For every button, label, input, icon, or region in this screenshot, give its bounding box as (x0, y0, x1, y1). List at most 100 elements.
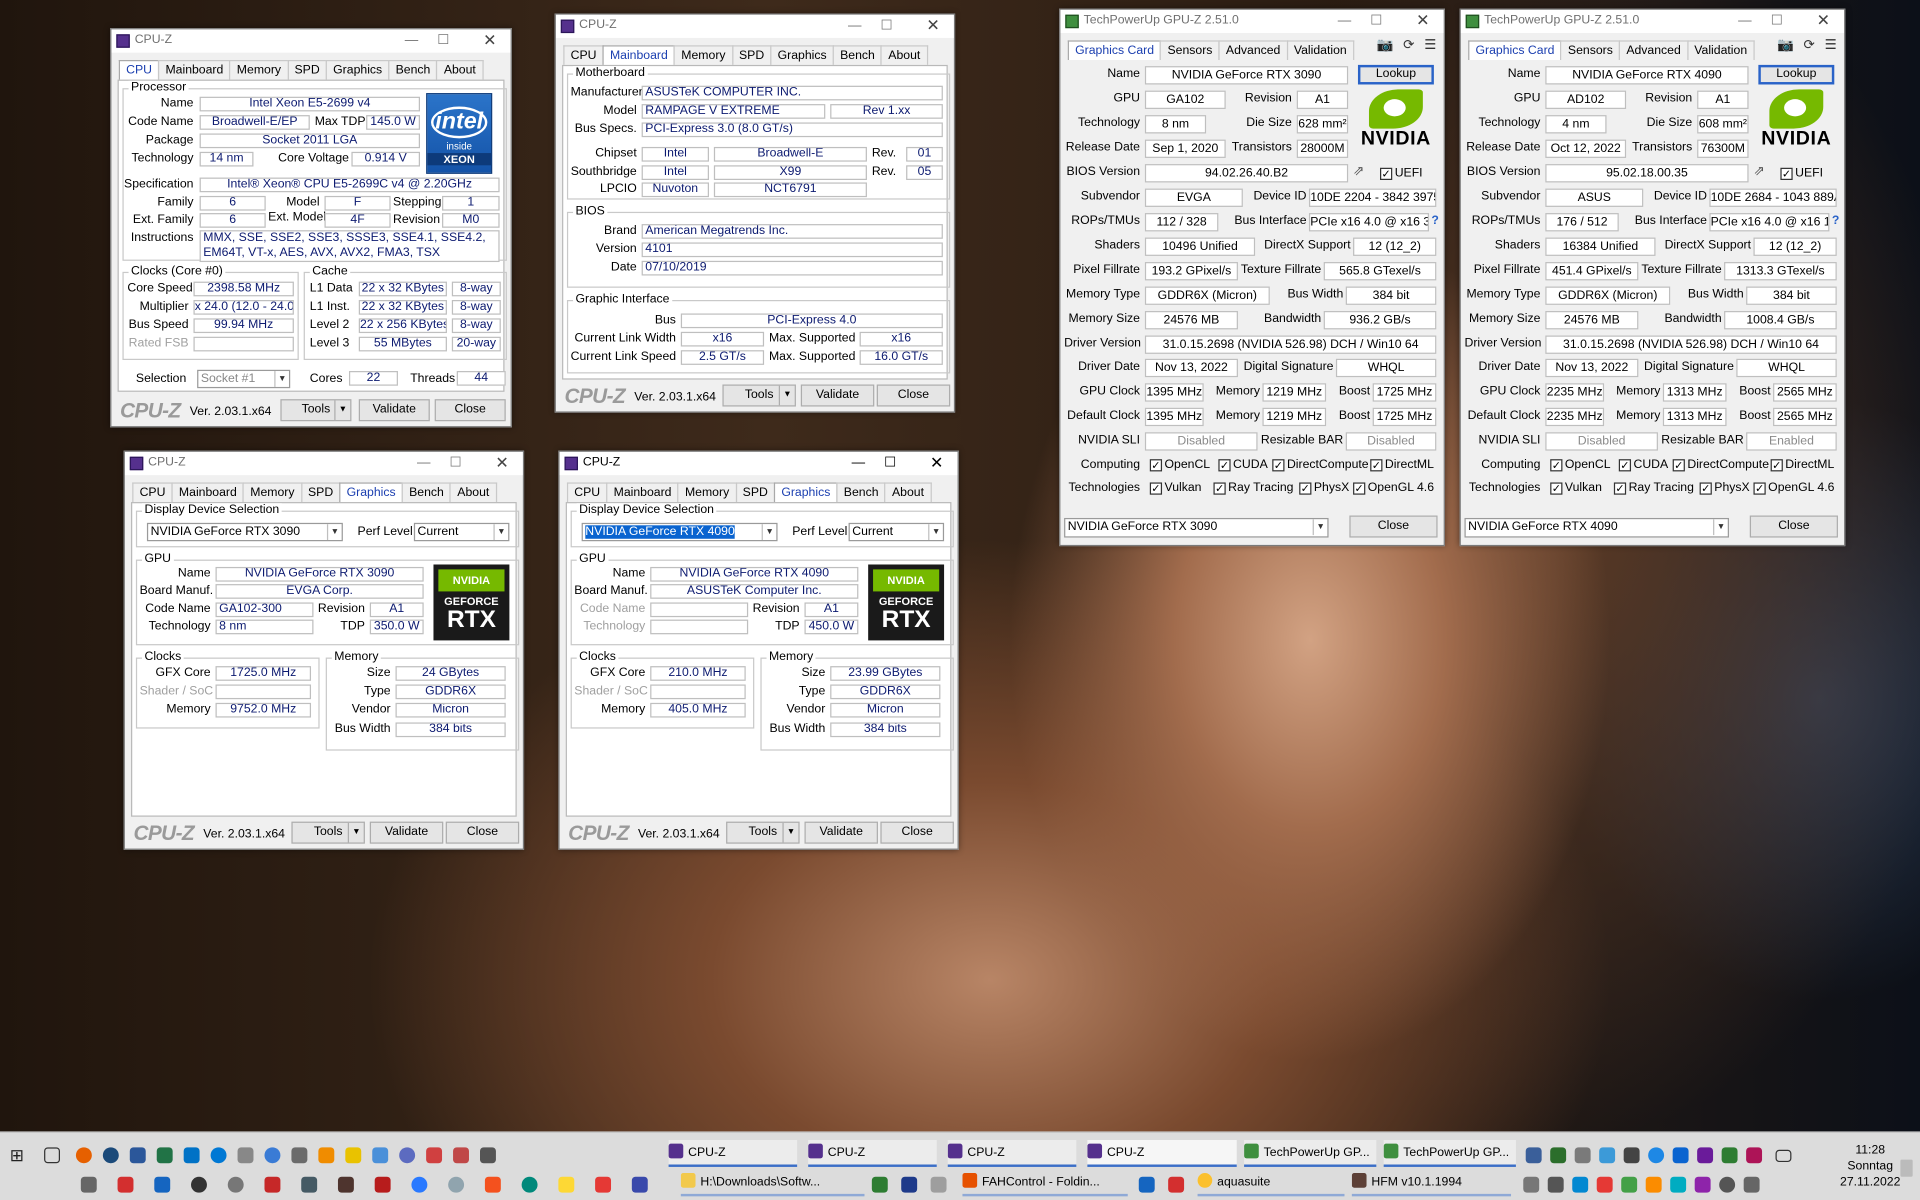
close-icon[interactable]: ✕ (1810, 11, 1837, 31)
notification-icon[interactable] (1900, 1159, 1913, 1177)
tab-memory[interactable]: Memory (677, 482, 737, 503)
menu-icon[interactable]: ☰ (1424, 38, 1436, 53)
app-icon[interactable] (631, 1176, 648, 1193)
title-bar[interactable]: CPU-Z — ☐ ✕ (111, 29, 511, 53)
app-icon[interactable] (1168, 1176, 1185, 1193)
app-icon[interactable] (484, 1176, 501, 1193)
windows-start-icon[interactable]: ⊞ (10, 1146, 26, 1163)
tray-icon[interactable] (1547, 1176, 1564, 1193)
app-icon[interactable] (154, 1176, 171, 1193)
tab-memory[interactable]: Memory (673, 45, 733, 65)
excel-icon[interactable] (156, 1147, 173, 1164)
maximize-icon[interactable]: ☐ (877, 453, 904, 473)
tray-icon[interactable] (1694, 1176, 1711, 1193)
app-icon[interactable] (374, 1176, 391, 1193)
app-icon[interactable] (301, 1176, 318, 1193)
tray-icon[interactable] (1621, 1176, 1638, 1193)
maximize-icon[interactable]: ☐ (1363, 11, 1390, 31)
tab-cpu[interactable]: CPU (563, 45, 604, 65)
taskbar-item-aquasuite[interactable]: aquasuite (1197, 1169, 1345, 1197)
validate-button[interactable]: Validate (804, 821, 878, 844)
title-bar[interactable]: TechPowerUp GPU-Z 2.51.0 — ☐ ✕ (1460, 9, 1845, 34)
close-button[interactable]: Close (876, 384, 951, 407)
tab-spd[interactable]: SPD (287, 60, 328, 80)
app-icon[interactable] (426, 1147, 443, 1164)
gpu-device-select[interactable]: NVIDIA GeForce RTX 4090 ▼ (1464, 517, 1729, 538)
app-icon[interactable] (80, 1176, 97, 1193)
tray-icon[interactable] (1599, 1147, 1616, 1164)
title-bar[interactable]: TechPowerUp GPU-Z 2.51.0 — ☐ ✕ (1060, 9, 1444, 34)
minimize-icon[interactable]: — (1731, 11, 1758, 31)
app-icon[interactable] (102, 1147, 119, 1164)
help-icon[interactable]: ? (1431, 214, 1438, 227)
title-bar[interactable]: CPU-Z — ☐ ✕ (559, 451, 958, 476)
tab-graphics-card[interactable]: Graphics Card (1468, 40, 1562, 62)
minimize-icon[interactable]: — (1331, 11, 1358, 31)
calculator-icon[interactable] (480, 1147, 496, 1164)
taskbar-item-cpuz[interactable]: CPU-Z (808, 1140, 937, 1167)
taskbar-item-gpuz[interactable]: TechPowerUp GP... (1244, 1140, 1377, 1167)
close-icon[interactable]: ✕ (923, 453, 950, 473)
app-icon[interactable] (264, 1176, 281, 1193)
app-icon[interactable] (595, 1176, 612, 1193)
maximize-icon[interactable]: ☐ (873, 16, 900, 36)
taskbar-item-gpuz[interactable]: TechPowerUp GP... (1383, 1140, 1516, 1167)
close-icon[interactable]: ✕ (476, 31, 503, 51)
tray-icon[interactable] (1574, 1147, 1591, 1164)
taskbar-item-cpuz[interactable]: CPU-Z (947, 1140, 1077, 1167)
tab-memory[interactable]: Memory (229, 60, 289, 80)
maximize-icon[interactable]: ☐ (442, 453, 469, 473)
app-icon[interactable] (372, 1147, 389, 1164)
refresh-icon[interactable]: ⟳ (1804, 38, 1815, 53)
tab-bench[interactable]: Bench (388, 60, 438, 80)
display-device-select[interactable]: NVIDIA GeForce RTX 3090 ▼ (146, 522, 343, 542)
app-icon[interactable] (901, 1176, 918, 1193)
validate-button[interactable]: Validate (369, 821, 444, 844)
minimize-icon[interactable]: — (398, 31, 425, 51)
display-device-select[interactable]: NVIDIA GeForce RTX 4090 ▼ (581, 522, 778, 542)
app-icon[interactable] (191, 1176, 207, 1193)
tab-spd[interactable]: SPD (735, 482, 776, 503)
camera-icon[interactable]: 📷 (1777, 38, 1794, 53)
app-icon[interactable] (453, 1147, 469, 1164)
app-icon[interactable] (558, 1176, 575, 1193)
tab-validation[interactable]: Validation (1686, 40, 1755, 61)
tab-cpu[interactable]: CPU (132, 482, 173, 503)
lookup-button[interactable]: Lookup (1758, 64, 1835, 85)
menu-icon[interactable]: ☰ (1825, 38, 1837, 53)
tab-sensors[interactable]: Sensors (1160, 40, 1220, 61)
tab-advanced[interactable]: Advanced (1218, 40, 1288, 61)
tab-advanced[interactable]: Advanced (1618, 40, 1689, 61)
tray-icon[interactable] (1623, 1147, 1640, 1164)
app-icon[interactable] (227, 1176, 244, 1193)
tray-icon[interactable] (1648, 1147, 1665, 1164)
task-view-icon[interactable] (44, 1147, 61, 1164)
firefox-icon[interactable] (75, 1147, 92, 1164)
tab-spd[interactable]: SPD (731, 45, 772, 65)
tab-about[interactable]: About (436, 60, 484, 80)
app-icon[interactable] (1138, 1176, 1155, 1193)
title-bar[interactable]: CPU-Z — ☐ ✕ (124, 451, 523, 476)
tab-memory[interactable]: Memory (242, 482, 302, 503)
socket-select[interactable]: Socket #1 ▼ (197, 369, 291, 389)
tab-mainboard[interactable]: Mainboard (171, 482, 245, 503)
tab-bench[interactable]: Bench (836, 482, 886, 503)
tab-graphics[interactable]: Graphics (325, 60, 390, 80)
lookup-button[interactable]: Lookup (1357, 64, 1434, 85)
tray-icon[interactable] (1525, 1147, 1542, 1164)
app-icon[interactable] (291, 1147, 308, 1164)
close-icon[interactable]: ✕ (920, 16, 947, 36)
app-icon[interactable] (871, 1176, 888, 1193)
tab-mainboard[interactable]: Mainboard (602, 45, 676, 67)
tray-icon[interactable] (1550, 1147, 1567, 1164)
taskbar-item-hfm[interactable]: HFM v10.1.1994 (1351, 1169, 1512, 1197)
app-icon[interactable] (237, 1147, 254, 1164)
tab-about[interactable]: About (884, 482, 932, 503)
minimize-icon[interactable]: — (841, 16, 868, 36)
camera-icon[interactable]: 📷 (1377, 38, 1394, 53)
close-button[interactable]: Close (880, 821, 954, 844)
tab-graphics-card[interactable]: Graphics Card (1067, 40, 1162, 62)
close-icon[interactable]: ✕ (1409, 11, 1436, 31)
taskbar-item-cpuz-active[interactable]: CPU-Z (1087, 1140, 1237, 1167)
tools-button[interactable]: Tools ▼ (291, 821, 365, 844)
